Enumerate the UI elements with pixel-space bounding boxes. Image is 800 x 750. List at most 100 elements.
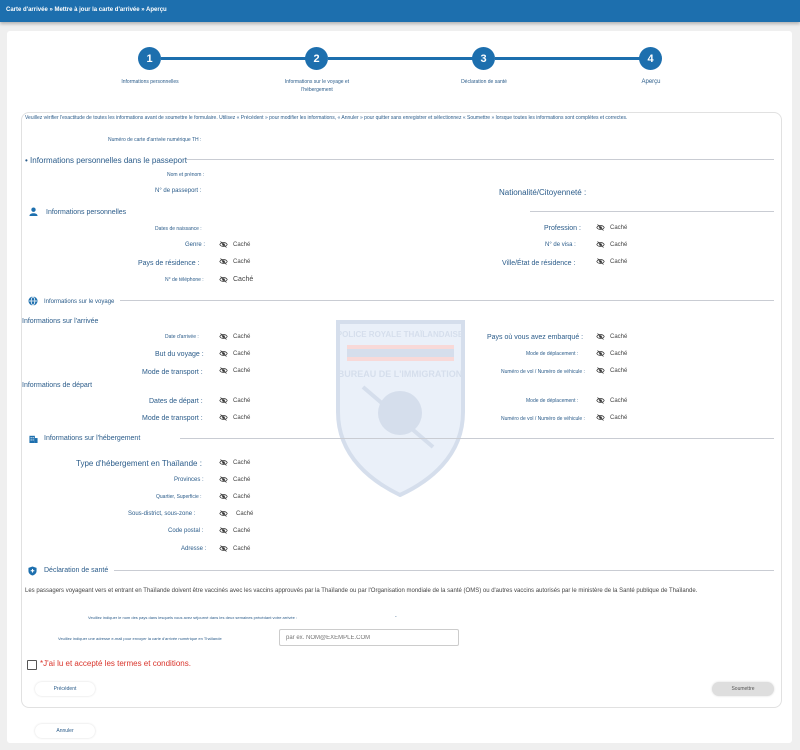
visa-value: Caché [596,241,627,248]
arrival-title: Informations sur l'arrivée [22,318,99,325]
eye-off-icon [219,527,228,534]
cancel-button[interactable]: Annuler [35,724,95,738]
province-label: Provinces : [174,477,204,483]
eye-off-icon [596,224,605,231]
eye-off-icon [219,367,228,374]
purpose-value: Caché [219,350,250,357]
step-connector [328,57,473,60]
step-1-circle: 1 [138,47,161,70]
transport-mode-label: Mode de transport : [142,369,203,376]
eye-off-icon [219,414,228,421]
postal-code-value: Caché [219,527,250,534]
purpose-label: But du voyage : [155,351,204,358]
email-input[interactable] [279,629,459,646]
postal-code-label: Code postal : [168,528,204,534]
transport-mode-value: Caché [219,367,250,374]
watermark-line2: BUREAU DE L'IMMIGRATION [338,369,462,379]
eye-off-icon [596,333,605,340]
eye-off-icon [596,397,605,404]
accommodation-type-label: Type d'hébergement en Thaïlande : [76,459,202,468]
accommodation-section-title: Informations sur l'hébergement [44,435,141,442]
globe-icon [28,296,38,306]
step-4-circle: 4 [639,47,662,70]
departure-title: Informations de départ [22,382,93,389]
flight-number-value: Caché [596,367,627,374]
countries-label: Veuillez indiquer le nom des pays dans l… [88,615,298,620]
boarded-country-value: Caché [596,333,627,340]
arrival-date-value: Caché [219,333,250,340]
divider [120,300,774,301]
country-label: Pays de résidence : [138,260,200,267]
city-label: Ville/État de résidence : [502,260,576,267]
address-label: Adresse : [181,546,207,552]
watermark-line1: POLICE ROYALE THAÏLANDAISE [337,330,464,339]
top-bar: Carte d'arrivée » Mettre à jour la carte… [0,0,800,22]
travel-mode-value: Caché [596,350,627,357]
countries-value: - [395,614,397,620]
health-text: Les passagers voyageant vers et entrant … [25,588,698,594]
travel-mode-label: Mode de déplacement : [526,351,579,357]
flight-number-2-label: Numéro de vol / Numéro de véhicule : [501,416,585,422]
flight-number-label: Numéro de vol / Numéro de véhicule : [501,369,585,375]
profession-label: Profession : [544,225,581,232]
eye-off-icon [596,414,605,421]
travel-mode-2-label: Mode de déplacement : [526,398,579,404]
departure-date-label: Dates de départ : [149,398,203,405]
terms-label[interactable]: *J'ai lu et accepté les termes et condit… [40,659,191,668]
step-connector [495,57,640,60]
breadcrumb: Carte d'arrivée » Mettre à jour la carte… [6,7,167,13]
previous-button[interactable]: Précédent [35,682,95,696]
transport-mode-2-label: Mode de transport : [142,415,203,422]
eye-off-icon [219,258,228,265]
eye-off-icon [219,493,228,500]
eye-off-icon [219,350,228,357]
immigration-badge-watermark: POLICE ROYALE THAÏLANDAISE BUREAU DE L'I… [336,320,465,497]
eye-off-icon [596,241,605,248]
visa-label: N° de visa : [545,242,576,248]
travel-mode-2-value: Caché [596,397,627,404]
divider [530,211,774,212]
terms-checkbox[interactable] [27,660,37,670]
passport-number-label: N° de passeport : [155,188,202,194]
step-3-label: Déclaration de santé [461,79,507,85]
eye-off-icon [219,476,228,483]
divider [180,438,774,439]
health-section-title: Déclaration de santé [44,567,109,574]
submit-button[interactable]: Soumettre [712,682,774,696]
arrival-date-label: Date d'arrivée : [165,334,199,340]
person-icon [29,207,38,216]
step-1-label: Informations personnelles [121,79,179,85]
eye-off-icon [596,350,605,357]
card-number-label: Numéro de carte d'arrivée numérique TH : [108,137,202,143]
step-3-circle: 3 [472,47,495,70]
nationality-label: Nationalité/Citoyenneté : [499,188,587,197]
eye-off-icon [596,367,605,374]
profession-value: Caché [596,224,627,231]
province-value: Caché [219,476,250,483]
name-label: Nom et prénom : [167,172,205,178]
flight-number-2-value: Caché [596,414,627,421]
country-value: Caché [219,258,250,265]
district-value: Caché [219,493,250,500]
step-connector [161,57,306,60]
divider [186,159,774,160]
eye-off-icon [219,510,228,517]
step-4-label: Aperçu [641,79,661,85]
shield-icon [28,566,37,576]
transport-mode-2-value: Caché [219,414,250,421]
travel-section-title: Informations sur le voyage [44,299,115,305]
departure-date-value: Caché [219,397,250,404]
accommodation-type-value: Caché [219,459,250,466]
phone-value: Caché [219,276,253,283]
eye-off-icon [219,276,228,283]
divider [114,570,774,571]
address-value: Caché [219,545,250,552]
gender-label: Genre : [185,242,206,248]
eye-off-icon [596,258,605,265]
eye-off-icon [219,333,228,340]
instructions-text: Veuillez vérifier l'exactitude de toutes… [25,115,628,121]
passport-section-title: • Informations personnelles dans le pass… [25,156,188,165]
gender-value: Caché [219,241,250,248]
city-value: Caché [596,258,627,265]
boarded-country-label: Pays où vous avez embarqué : [487,334,584,341]
